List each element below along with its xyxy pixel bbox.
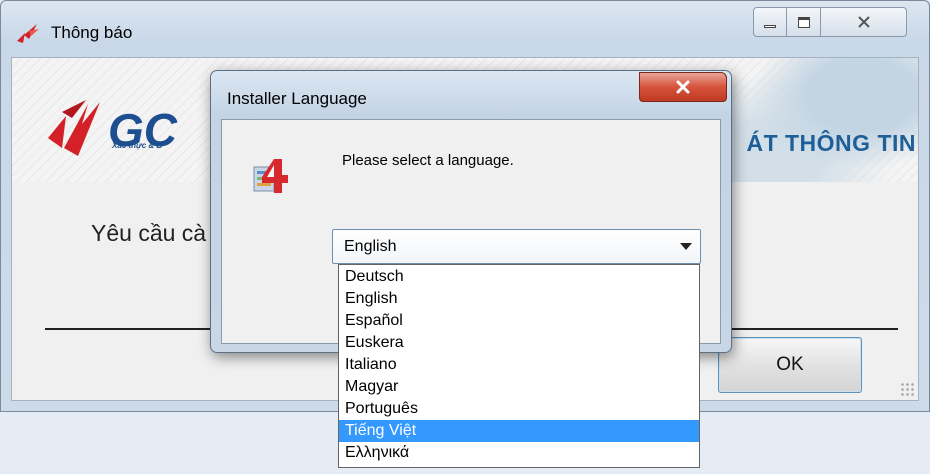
maximize-button[interactable] xyxy=(787,7,821,37)
minimize-icon xyxy=(764,25,776,28)
close-icon xyxy=(857,16,870,28)
language-option[interactable]: Euskera xyxy=(339,332,699,354)
close-icon xyxy=(676,80,690,94)
installer-icon xyxy=(253,159,288,193)
resize-grip-icon[interactable] xyxy=(900,382,914,396)
language-options-list[interactable]: Deutsch English Español Euskera Italiano… xyxy=(338,264,700,468)
dialog-message: Please select a language. xyxy=(342,152,514,169)
world-map-graphic xyxy=(732,58,918,182)
main-title-bar[interactable]: Thông báo xyxy=(1,1,929,57)
banner-tagline: Xác thực & B xyxy=(112,141,163,150)
banner-title: ÁT THÔNG TIN xyxy=(746,130,916,156)
language-option[interactable]: Magyar xyxy=(339,376,699,398)
vgca-logo: GC xyxy=(48,100,178,156)
main-window-title: Thông báo xyxy=(51,23,133,42)
language-option[interactable]: Italiano xyxy=(339,354,699,376)
minimize-button[interactable] xyxy=(753,7,787,37)
maximize-icon xyxy=(797,16,810,28)
request-message: Yêu cầu cà xyxy=(91,220,207,246)
language-dropdown-value: English xyxy=(344,238,397,255)
dialog-close-button[interactable] xyxy=(639,72,727,102)
ok-button[interactable]: OK xyxy=(718,337,862,393)
chevron-down-icon[interactable] xyxy=(680,243,692,250)
language-option[interactable]: Ελληνικά xyxy=(339,442,699,464)
close-window-button[interactable] xyxy=(821,7,907,37)
language-option-highlighted[interactable]: Tiếng Việt xyxy=(339,420,699,442)
language-dropdown[interactable]: English xyxy=(332,229,701,264)
language-option[interactable]: Español xyxy=(339,310,699,332)
language-option[interactable]: Português xyxy=(339,398,699,420)
app-logo-icon xyxy=(17,24,39,43)
dialog-title: Installer Language xyxy=(227,89,367,108)
language-option[interactable]: Deutsch xyxy=(339,266,699,288)
language-option[interactable]: English xyxy=(339,288,699,310)
